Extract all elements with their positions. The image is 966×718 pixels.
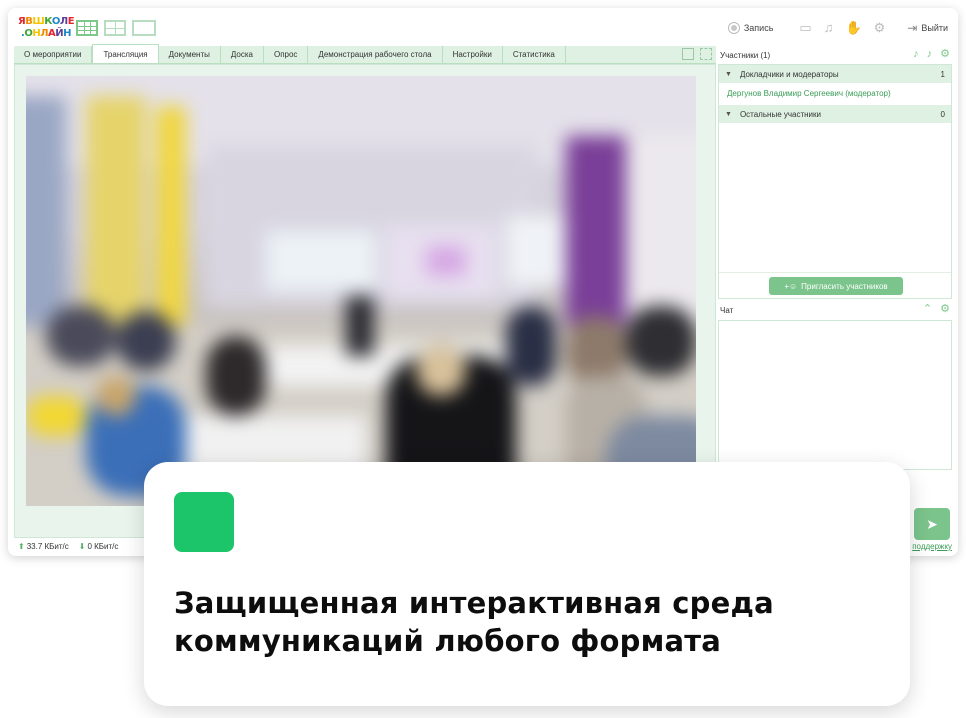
invite-participants-button[interactable]: +☺ Пригласить участников [769,277,903,295]
accent-square [174,492,234,552]
feature-card: Защищенная интерактивная среда коммуника… [144,462,910,706]
top-toolbar: ЯВШКОЛЕ .ОНЛАЙН Запись ▭ ♫ ✋ ⚙ ⇥ Выйти [8,8,958,46]
tab-about[interactable]: О мероприятии [14,46,93,63]
exit-label: Выйти [921,23,948,33]
logo-line-1: ЯВШКОЛЕ [18,16,75,27]
chat-header: Чат ⌃ ⚙ [718,301,952,319]
headline-line-2: коммуникаций любого формата [174,624,722,658]
logo: ЯВШКОЛЕ .ОНЛАЙН [18,16,75,42]
view-controls [682,48,712,60]
feature-headline: Защищенная интерактивная среда коммуника… [174,584,874,660]
collapse-triangle-icon: ▼ [725,70,732,78]
group-count: 0 [940,109,945,119]
mic-off-icon[interactable]: ♪ [927,48,933,61]
participants-panel: ▼ Докладчики и модераторы 1 Дергунов Вла… [718,64,952,299]
logo-line-2: .ОНЛАЙН [21,28,72,39]
record-icon [727,22,740,34]
group-speakers-moderators[interactable]: ▼ Докладчики и модераторы 1 [719,65,951,83]
participants-header: Участники (1) ♪ ♪ ⚙ [718,46,952,64]
microphone-icon[interactable]: ♫ [824,20,834,36]
settings-gear-icon[interactable]: ⚙ [874,20,886,36]
paper-plane-icon: ➤ [926,515,938,532]
window-mode-icon[interactable] [682,48,694,60]
participant-item[interactable]: Дергунов Владимир Сергеевич (модератор) [719,83,951,105]
tab-statistics[interactable]: Статистика [503,46,566,63]
download-arrow-icon: ⬇ [78,542,86,551]
record-label: Запись [743,23,774,33]
tab-settings[interactable]: Настройки [443,46,503,63]
grid-layout-icon[interactable] [76,20,98,36]
group-count: 1 [940,69,945,79]
group-label: Остальные участники [739,109,821,119]
support-link[interactable]: поддержку [912,542,952,551]
tab-poll[interactable]: Опрос [264,46,309,63]
tab-board[interactable]: Доска [221,46,264,63]
upload-arrow-icon: ⬆ [18,542,25,551]
record-button[interactable]: Запись [727,22,774,34]
upload-speed-value: 33.7 КБит/с [26,542,69,551]
download-speed-value: 0 КБит/с [87,542,119,551]
tab-documents[interactable]: Документы [159,46,221,63]
upload-speed: ⬆ 33.7 КБит/с [18,542,69,551]
raise-hand-icon[interactable]: ✋ [845,20,861,36]
send-message-button[interactable]: ➤ [914,508,950,540]
video-frame-image [26,76,696,506]
camera-icon[interactable]: ▭ [799,20,811,36]
chat-controls: ⌃ ⚙ [923,303,950,316]
top-right-controls: Запись ▭ ♫ ✋ ⚙ ⇥ Выйти [727,20,948,36]
tab-bar: О мероприятии Трансляция Документы Доска… [14,44,716,64]
participants-title: Участники (1) [720,50,771,60]
tab-screen-share[interactable]: Демонстрация рабочего стола [308,46,443,63]
video-stream[interactable] [26,76,696,506]
mic-all-icon[interactable]: ♪ [913,48,919,61]
invite-label: Пригласить участников [801,281,888,291]
exit-icon: ⇥ [907,21,918,35]
add-user-icon: +☺ [784,281,798,291]
invite-area: +☺ Пригласить участников [719,272,951,298]
exit-button[interactable]: ⇥ Выйти [907,21,948,35]
download-speed: ⬇ 0 КБит/с [79,542,119,551]
group-label: Докладчики и модераторы [739,69,839,79]
chat-settings-icon[interactable]: ⚙ [940,303,950,316]
chat-messages[interactable] [718,320,952,470]
headline-line-1: Защищенная интерактивная среда [174,586,774,620]
tab-broadcast[interactable]: Трансляция [92,44,159,63]
participants-settings-icon[interactable]: ⚙ [940,48,950,61]
participants-controls: ♪ ♪ ⚙ [913,48,950,61]
chat-title: Чат [720,305,734,315]
group-other-participants[interactable]: ▼ Остальные участники 0 [719,105,951,123]
fullscreen-icon[interactable] [700,48,712,60]
split-layout-icon[interactable] [104,20,126,36]
network-speed: ⬆ 33.7 КБит/с ⬇ 0 КБит/с [18,542,118,551]
single-layout-icon[interactable] [132,20,156,36]
collapse-chevron-icon[interactable]: ⌃ [923,303,932,316]
collapse-triangle-icon: ▼ [725,110,732,118]
